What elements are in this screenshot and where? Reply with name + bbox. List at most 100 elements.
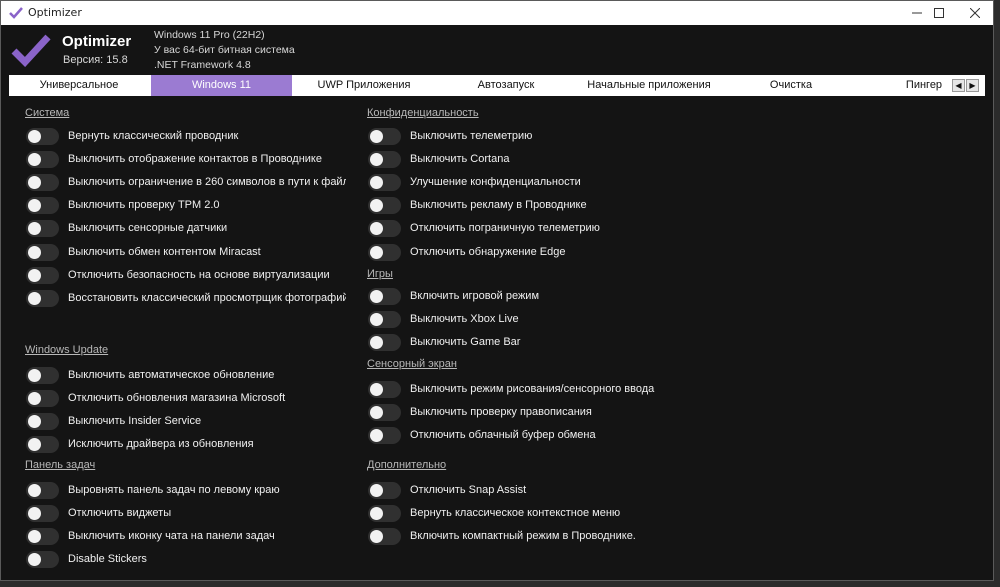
- option-label: Выключить сенсорные датчики: [68, 222, 228, 234]
- toggle-switch[interactable]: [26, 366, 59, 384]
- option-row[interactable]: Выключить ограничение в 260 символов в п…: [26, 173, 346, 191]
- option-label: Вернуть классическое контекстное меню: [410, 507, 621, 519]
- toggle-switch[interactable]: [368, 481, 401, 499]
- option-row[interactable]: Выровнять панель задач по левому краю: [26, 481, 280, 499]
- option-row[interactable]: Отключить обнаружение Edge: [368, 243, 565, 261]
- option-label: Отключить облачный буфер обмена: [410, 429, 596, 441]
- option-label: Выключить отображение контактов в Провод…: [68, 153, 322, 165]
- section-system-title: Система: [25, 107, 70, 119]
- toggle-switch[interactable]: [26, 481, 59, 499]
- option-label: Выключить проверку TPM 2.0: [68, 199, 220, 211]
- option-row[interactable]: Выключить рекламу в Проводнике: [368, 196, 587, 214]
- toggle-switch[interactable]: [368, 196, 401, 214]
- toggle-switch[interactable]: [26, 127, 59, 145]
- toggle-switch[interactable]: [26, 389, 59, 407]
- toggle-switch[interactable]: [26, 219, 59, 237]
- option-label: Отключить безопасность на основе виртуал…: [68, 269, 330, 281]
- option-label: Отключить пограничную телеметрию: [410, 222, 600, 234]
- option-label: Выключить Insider Service: [68, 415, 202, 427]
- tab-pinger[interactable]: Пингер: [889, 75, 959, 96]
- tab-startup-apps[interactable]: Начальные приложения: [577, 75, 721, 96]
- toggle-switch[interactable]: [368, 287, 401, 305]
- option-row[interactable]: Отключить пограничную телеметрию: [368, 219, 600, 237]
- option-row[interactable]: Включить компактный режим в Проводнике.: [368, 527, 636, 545]
- option-row[interactable]: Выключить проверку правописания: [368, 403, 592, 421]
- option-label: Отключить Snap Assist: [410, 484, 527, 496]
- option-label: Выключить Xbox Live: [410, 313, 519, 325]
- option-row[interactable]: Отключить виджеты: [26, 504, 171, 522]
- section-games-title: Игры: [367, 268, 393, 280]
- section-touch-title: Сенсорный экран: [367, 358, 457, 370]
- tab-scroll-right-button[interactable]: ▶: [966, 79, 979, 92]
- option-row[interactable]: Выключить проверку TPM 2.0: [26, 196, 220, 214]
- option-row[interactable]: Disable Stickers: [26, 550, 147, 568]
- option-row[interactable]: Выключить иконку чата на панели задач: [26, 527, 275, 545]
- option-row[interactable]: Вернуть классический проводник: [26, 127, 238, 145]
- toggle-switch[interactable]: [368, 426, 401, 444]
- option-row[interactable]: Выключить обмен контентом Miracast: [26, 243, 261, 261]
- tab-scroll-left-button[interactable]: ◀: [952, 79, 965, 92]
- arrow-left-icon: ◀: [955, 81, 962, 90]
- tab-cleanup[interactable]: Очистка: [721, 75, 861, 96]
- toggle-switch[interactable]: [368, 243, 401, 261]
- toggle-switch[interactable]: [26, 435, 59, 453]
- option-row[interactable]: Выключить Cortana: [368, 150, 509, 168]
- option-label: Восстановить классический просмотрщик фо…: [68, 292, 346, 304]
- option-row[interactable]: Выключить Xbox Live: [368, 310, 519, 328]
- optimizer-window: Optimizer Optimizer Версия: 15.8 Windows…: [0, 0, 994, 581]
- section-taskbar-title: Панель задач: [25, 459, 96, 471]
- toggle-switch[interactable]: [368, 127, 401, 145]
- toggle-switch[interactable]: [368, 403, 401, 421]
- close-button[interactable]: [953, 1, 993, 25]
- option-row[interactable]: Выключить отображение контактов в Провод…: [26, 150, 322, 168]
- option-label: Disable Stickers: [68, 553, 147, 565]
- toggle-switch[interactable]: [26, 196, 59, 214]
- option-label: Вернуть классический проводник: [68, 130, 239, 142]
- option-row[interactable]: Выключить режим рисования/сенсорного вво…: [368, 380, 654, 398]
- toggle-switch[interactable]: [26, 504, 59, 522]
- option-row[interactable]: Выключить Game Bar: [368, 333, 520, 351]
- option-row[interactable]: Отключить Snap Assist: [368, 481, 526, 499]
- toggle-switch[interactable]: [368, 310, 401, 328]
- toggle-switch[interactable]: [368, 504, 401, 522]
- option-label: Выключить Cortana: [410, 153, 510, 165]
- option-row[interactable]: Выключить телеметрию: [368, 127, 532, 145]
- option-row[interactable]: Включить игровой режим: [368, 287, 539, 305]
- option-row[interactable]: Выключить Insider Service: [26, 412, 201, 430]
- option-label: Включить игровой режим: [410, 290, 540, 302]
- option-label: Выключить телеметрию: [410, 130, 533, 142]
- option-label: Отключить виджеты: [68, 507, 172, 519]
- toggle-switch[interactable]: [368, 527, 401, 545]
- option-label: Выключить режим рисования/сенсорного вво…: [410, 383, 655, 395]
- toggle-switch[interactable]: [368, 333, 401, 351]
- toggle-switch[interactable]: [368, 173, 401, 191]
- option-label: Включить компактный режим в Проводнике.: [410, 530, 636, 542]
- toggle-switch[interactable]: [368, 150, 401, 168]
- option-label: Выключить обмен контентом Miracast: [68, 246, 261, 258]
- option-row[interactable]: Исключить драйвера из обновления: [26, 435, 254, 453]
- toggle-switch[interactable]: [26, 289, 59, 307]
- option-label: Выключить иконку чата на панели задач: [68, 530, 275, 542]
- tab-scroll-arrows: ◀ ▶: [952, 79, 979, 92]
- toggle-switch[interactable]: [26, 150, 59, 168]
- option-row[interactable]: Отключить облачный буфер обмена: [368, 426, 596, 444]
- toggle-switch[interactable]: [26, 266, 59, 284]
- option-row[interactable]: Выключить сенсорные датчики: [26, 219, 227, 237]
- toggle-switch[interactable]: [26, 527, 59, 545]
- option-label: Выключить проверку правописания: [410, 406, 592, 418]
- toggle-switch[interactable]: [368, 219, 401, 237]
- toggle-switch[interactable]: [26, 550, 59, 568]
- option-row[interactable]: Вернуть классическое контекстное меню: [368, 504, 620, 522]
- toggle-switch[interactable]: [26, 243, 59, 261]
- option-row[interactable]: Восстановить классический просмотрщик фо…: [26, 289, 346, 307]
- option-row[interactable]: Выключить автоматическое обновление: [26, 366, 274, 384]
- tab-startup[interactable]: Автозапуск: [435, 75, 577, 96]
- option-row[interactable]: Отключить обновления магазина Microsoft: [26, 389, 285, 407]
- toggle-switch[interactable]: [26, 412, 59, 430]
- toggle-switch[interactable]: [26, 173, 59, 191]
- toggle-switch[interactable]: [368, 380, 401, 398]
- option-label: Выключить Game Bar: [410, 336, 521, 348]
- option-label: Отключить обновления магазина Microsoft: [68, 392, 286, 404]
- option-row[interactable]: Отключить безопасность на основе виртуал…: [26, 266, 330, 284]
- option-row[interactable]: Улучшение конфиденциальности: [368, 173, 581, 191]
